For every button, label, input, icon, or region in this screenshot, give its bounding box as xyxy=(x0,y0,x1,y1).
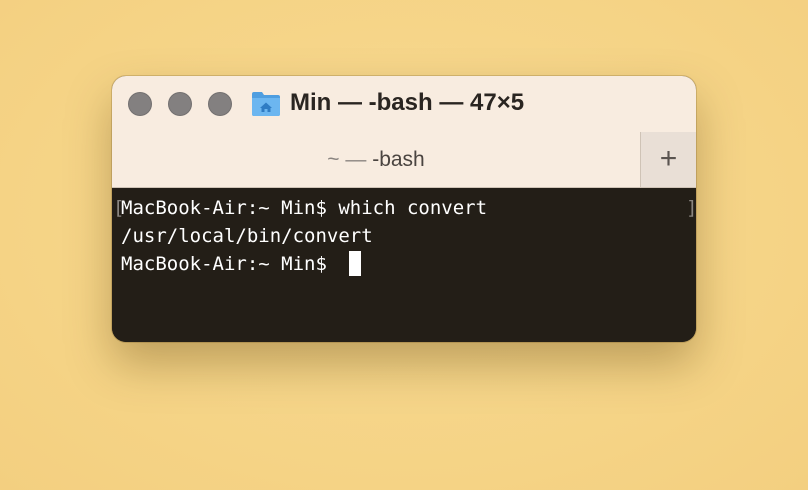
tab-directory: ~ — xyxy=(327,148,373,171)
desktop: Min — -bash — 47×5 ~ — -bash + [ ] MacBo… xyxy=(0,0,808,490)
window-title: Min — -bash — 47×5 xyxy=(290,89,525,116)
mark-bracket-right: ] xyxy=(686,194,696,222)
terminal-line: /usr/local/bin/convert xyxy=(121,225,373,247)
terminal-line: MacBook-Air:~ Min$ which convert xyxy=(121,197,488,219)
new-tab-button[interactable]: + xyxy=(640,132,696,187)
title-bar[interactable]: Min — -bash — 47×5 xyxy=(112,76,696,132)
terminal-window: Min — -bash — 47×5 ~ — -bash + [ ] MacBo… xyxy=(112,76,696,342)
tab-bar: ~ — -bash + xyxy=(112,132,696,188)
close-button[interactable] xyxy=(128,92,152,116)
tab-bash[interactable]: ~ — -bash xyxy=(112,132,640,188)
terminal-output[interactable]: [ ] MacBook-Air:~ Min$ which convert /us… xyxy=(112,188,696,342)
home-folder-icon xyxy=(252,92,280,116)
tab-label: -bash xyxy=(372,148,425,171)
minimize-button[interactable] xyxy=(168,92,192,116)
text-cursor xyxy=(349,251,361,276)
zoom-button[interactable] xyxy=(208,92,232,116)
terminal-prompt: MacBook-Air:~ Min$ xyxy=(121,253,339,275)
